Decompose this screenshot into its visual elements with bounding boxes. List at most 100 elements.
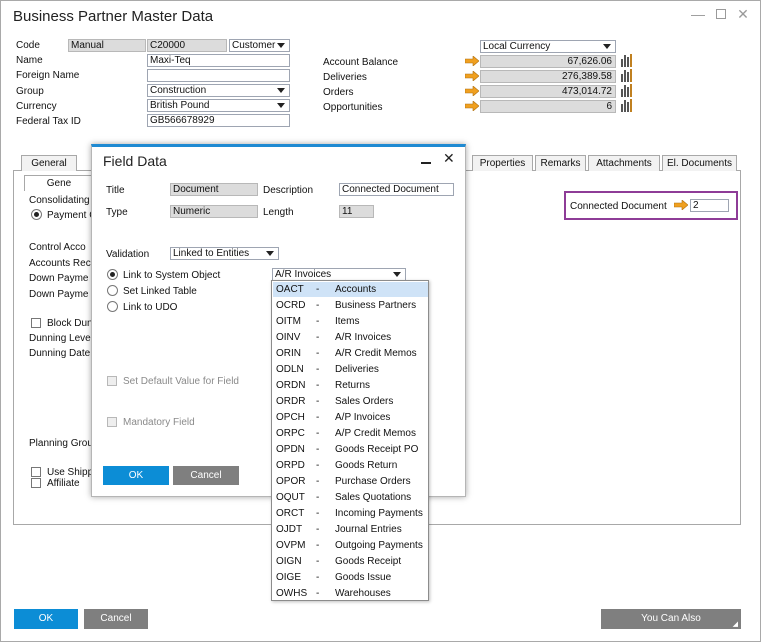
list-item[interactable]: ODLN - Deliveries bbox=[273, 362, 428, 377]
tax-id-field[interactable]: GB566678929 bbox=[147, 114, 290, 127]
type-label: Type bbox=[106, 207, 128, 218]
object-code: ORIN bbox=[276, 348, 301, 359]
list-item[interactable]: OINV - A/R Invoices bbox=[273, 330, 428, 345]
validation-dropdown[interactable]: Linked to Entities bbox=[170, 247, 279, 260]
link-arrow-icon[interactable] bbox=[465, 71, 479, 81]
tab-attachments[interactable]: Attachments bbox=[588, 155, 660, 171]
group-dropdown[interactable]: Construction bbox=[147, 84, 290, 97]
link-arrow-icon[interactable] bbox=[465, 86, 479, 96]
link-to-udo-radio[interactable] bbox=[107, 301, 118, 312]
type-field[interactable]: Numeric bbox=[170, 205, 258, 218]
object-code: OJDT bbox=[276, 524, 303, 535]
affiliate-checkbox[interactable] bbox=[31, 478, 41, 488]
list-item[interactable]: OIGN - Goods Receipt bbox=[273, 554, 428, 569]
separator: - bbox=[316, 428, 320, 439]
list-item[interactable]: OPOR - Purchase Orders bbox=[273, 474, 428, 489]
link-arrow-icon[interactable] bbox=[465, 101, 479, 111]
list-item[interactable]: OPDN - Goods Receipt PO bbox=[273, 442, 428, 457]
list-item[interactable]: OWHS - Warehouses bbox=[273, 586, 428, 601]
list-item[interactable]: OCRD - Business Partners bbox=[273, 298, 428, 313]
tab-properties[interactable]: Properties bbox=[472, 155, 533, 171]
payment-label: Payment C bbox=[47, 210, 97, 221]
list-item[interactable]: OACT - Accounts bbox=[273, 282, 428, 297]
set-linked-table-label: Set Linked Table bbox=[123, 286, 197, 297]
use-shipping-checkbox[interactable] bbox=[31, 467, 41, 477]
payment-radio[interactable] bbox=[31, 209, 42, 220]
bp-type-dropdown[interactable]: Customer bbox=[229, 39, 290, 52]
dialog-cancel-button[interactable]: Cancel bbox=[173, 466, 239, 485]
tax-id-label: Federal Tax ID bbox=[16, 116, 81, 127]
planning-group-label: Planning Grou bbox=[29, 438, 93, 449]
dialog-title: Field Data bbox=[103, 153, 167, 169]
list-item[interactable]: ORDR - Sales Orders bbox=[273, 394, 428, 409]
object-code: ORPD bbox=[276, 460, 305, 471]
object-name: Business Partners bbox=[335, 300, 417, 311]
list-item[interactable]: OJDT - Journal Entries bbox=[273, 522, 428, 537]
link-arrow-icon[interactable] bbox=[465, 56, 479, 66]
system-object-list: OACT - Accounts OCRD - Business Partners OITM -… bbox=[271, 280, 429, 601]
list-item[interactable]: ORCT - Incoming Payments bbox=[273, 506, 428, 521]
code-label: Code bbox=[16, 40, 40, 51]
ok-button[interactable]: OK bbox=[14, 609, 78, 629]
separator: - bbox=[316, 476, 320, 487]
subtab-general[interactable]: Gene bbox=[24, 175, 94, 191]
bar-chart-icon[interactable] bbox=[620, 53, 634, 67]
object-name: A/R Credit Memos bbox=[335, 348, 417, 359]
minimize-icon[interactable]: — bbox=[690, 6, 706, 22]
close-icon[interactable]: ✕ bbox=[735, 6, 751, 22]
tab-general[interactable]: General bbox=[21, 155, 77, 171]
connected-document-field[interactable]: 2 bbox=[690, 199, 729, 212]
list-item[interactable]: ORPC - A/P Credit Memos bbox=[273, 426, 428, 441]
object-code: ODLN bbox=[276, 364, 304, 375]
currency-dropdown[interactable]: British Pound bbox=[147, 99, 290, 112]
control-account-label: Control Acco bbox=[29, 242, 86, 253]
use-shipping-label: Use Shipp bbox=[47, 467, 94, 478]
dialog-title-field[interactable]: Document bbox=[170, 183, 258, 196]
cancel-button[interactable]: Cancel bbox=[84, 609, 148, 629]
list-item[interactable]: ORIN - A/R Credit Memos bbox=[273, 346, 428, 361]
link-arrow-icon[interactable] bbox=[674, 200, 688, 210]
dialog-minimize-icon[interactable] bbox=[421, 162, 431, 164]
tab-remarks[interactable]: Remarks bbox=[535, 155, 586, 171]
list-item[interactable]: ORPD - Goods Return bbox=[273, 458, 428, 473]
dialog-title-label: Title bbox=[106, 185, 125, 196]
list-item[interactable]: OIGE - Goods Issue bbox=[273, 570, 428, 585]
separator: - bbox=[316, 572, 320, 583]
list-item[interactable]: OPCH - A/P Invoices bbox=[273, 410, 428, 425]
foreign-name-field[interactable] bbox=[147, 69, 290, 82]
mandatory-label: Mandatory Field bbox=[123, 417, 195, 428]
dialog-ok-button[interactable]: OK bbox=[103, 466, 169, 485]
length-label: Length bbox=[263, 207, 294, 218]
list-item[interactable]: OITM - Items bbox=[273, 314, 428, 329]
tab-el-documents[interactable]: El. Documents bbox=[662, 155, 737, 171]
set-linked-table-radio[interactable] bbox=[107, 285, 118, 296]
mandatory-checkbox[interactable] bbox=[107, 417, 117, 427]
bar-chart-icon[interactable] bbox=[620, 98, 634, 112]
separator: - bbox=[316, 460, 320, 471]
object-name: Sales Quotations bbox=[335, 492, 412, 503]
object-code: ORCT bbox=[276, 508, 305, 519]
code-series-field[interactable]: Manual bbox=[68, 39, 146, 52]
list-item[interactable]: OQUT - Sales Quotations bbox=[273, 490, 428, 505]
length-field[interactable]: 11 bbox=[339, 205, 374, 218]
block-dunning-checkbox[interactable] bbox=[31, 318, 41, 328]
code-field[interactable]: C20000 bbox=[147, 39, 227, 52]
dialog-close-icon[interactable]: ✕ bbox=[443, 150, 455, 167]
name-field[interactable]: Maxi-Teq bbox=[147, 54, 290, 67]
you-can-also-button[interactable]: You Can Also ◢ bbox=[601, 609, 741, 629]
name-label: Name bbox=[16, 55, 43, 66]
object-name: A/P Invoices bbox=[335, 412, 391, 423]
default-value-checkbox[interactable] bbox=[107, 376, 117, 386]
description-field[interactable]: Connected Document bbox=[339, 183, 454, 196]
list-item[interactable]: ORDN - Returns bbox=[273, 378, 428, 393]
currency-mode-dropdown[interactable]: Local Currency bbox=[480, 40, 616, 53]
balance-label: Account Balance bbox=[323, 57, 399, 68]
list-item[interactable]: OVPM - Outgoing Payments bbox=[273, 538, 428, 553]
link-system-object-label: Link to System Object bbox=[123, 270, 221, 281]
separator: - bbox=[316, 316, 320, 327]
bar-chart-icon[interactable] bbox=[620, 83, 634, 97]
bar-chart-icon[interactable] bbox=[620, 68, 634, 82]
object-code: ORDN bbox=[276, 380, 306, 391]
maximize-icon[interactable] bbox=[713, 6, 729, 22]
link-system-object-radio[interactable] bbox=[107, 269, 118, 280]
